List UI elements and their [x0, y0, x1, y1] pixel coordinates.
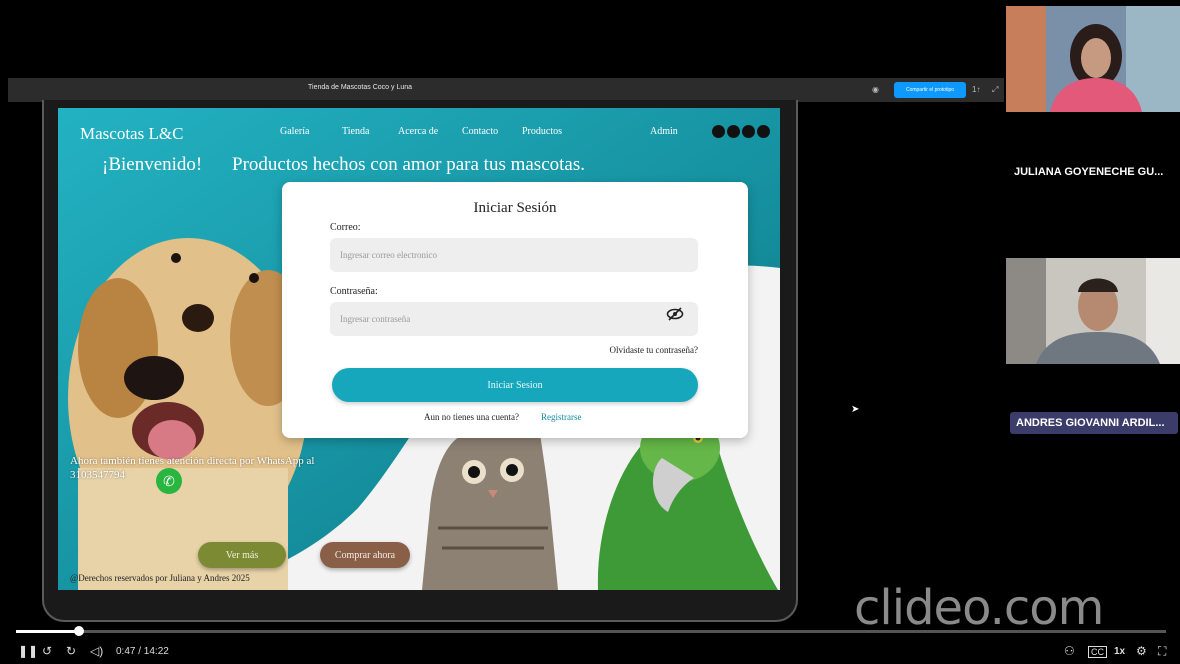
eye-slash-icon[interactable]: [666, 307, 684, 325]
site-logo[interactable]: Mascotas L&C: [80, 124, 183, 144]
login-title: Iniciar Sesión: [473, 200, 557, 216]
participant-name-juliana: JULIANA GOYENECHE GU...: [1014, 166, 1164, 178]
nav-galeria[interactable]: Galería: [280, 126, 309, 137]
nav-admin[interactable]: Admin: [650, 126, 678, 137]
options-label[interactable]: 1↑: [972, 85, 980, 94]
no-account-text: Aun no tienes una cuenta?: [424, 412, 519, 422]
nav-productos[interactable]: Productos: [522, 126, 562, 137]
website-screen: Mascotas L&C Galería Tienda Acerca de Co…: [58, 108, 780, 590]
dog-image: [68, 238, 308, 590]
ver-mas-button[interactable]: Ver más: [198, 542, 286, 568]
prototype-toolbar: Tienda de Mascotas Coco y Luna ◉ Compart…: [8, 78, 1004, 102]
participant-name-andres: ANDRES GIOVANNI ARDIL...: [1010, 412, 1178, 434]
email-field[interactable]: [330, 238, 698, 272]
rewind-10-icon[interactable]: ↺: [42, 644, 52, 658]
expand-icon[interactable]: ⤢: [992, 85, 998, 95]
welcome-heading: ¡Bienvenido!: [102, 154, 203, 175]
eye-options-icon[interactable]: ◉: [872, 85, 879, 94]
mouse-cursor-icon: ➤: [851, 404, 860, 415]
copyright-text: @Derechos reservados por Juliana y Andre…: [70, 573, 250, 583]
nav-contacto[interactable]: Contacto: [462, 126, 498, 137]
social-links: [712, 125, 770, 138]
whatsapp-icon[interactable]: [712, 125, 725, 138]
participant-video-juliana[interactable]: [1006, 6, 1180, 112]
email-label: Correo:: [330, 222, 361, 233]
facebook-icon[interactable]: [742, 125, 755, 138]
tagline: Productos hechos con amor para tus masco…: [232, 154, 585, 175]
time-display: 0:47 / 14:22: [116, 646, 169, 657]
share-prototype-button[interactable]: Compartir el prototipo: [894, 82, 966, 98]
register-link[interactable]: Registrarse: [541, 412, 582, 422]
whatsapp-contact-text: Ahora también tienes atención directa po…: [70, 455, 315, 481]
youtube-icon[interactable]: [757, 125, 770, 138]
playback-speed[interactable]: 1x: [1114, 646, 1125, 657]
progress-knob[interactable]: [74, 626, 85, 636]
login-button[interactable]: Iniciar Sesion: [332, 368, 698, 402]
whatsapp-icon[interactable]: ✆: [156, 468, 182, 494]
password-label: Contraseña:: [330, 286, 378, 297]
forward-10-icon[interactable]: ↻: [66, 644, 76, 658]
fullscreen-icon[interactable]: ⛶: [1158, 644, 1166, 659]
nav-tienda[interactable]: Tienda: [342, 126, 369, 137]
comprar-ahora-button[interactable]: Comprar ahora: [320, 542, 410, 568]
settings-gear-icon[interactable]: ⚙: [1136, 644, 1147, 658]
watermark: clideo.com: [854, 580, 1104, 636]
progress-bar[interactable]: [16, 626, 1166, 636]
nav-acerca-de[interactable]: Acerca de: [398, 126, 438, 137]
instagram-icon[interactable]: [727, 125, 740, 138]
participant-video-andres[interactable]: [1006, 258, 1180, 364]
progress-fill: [16, 630, 80, 633]
volume-icon[interactable]: ◁): [90, 644, 103, 658]
people-icon[interactable]: ⚇: [1064, 644, 1075, 658]
password-field[interactable]: [330, 302, 698, 336]
file-title[interactable]: Tienda de Mascotas Coco y Luna: [308, 84, 412, 91]
login-card: Iniciar Sesión Correo: Contraseña: Olvid…: [282, 182, 748, 438]
pause-icon[interactable]: ❚❚: [18, 644, 38, 658]
forgot-password-link[interactable]: Olvidaste tu contraseña?: [610, 345, 698, 355]
captions-icon[interactable]: CC: [1088, 646, 1107, 658]
